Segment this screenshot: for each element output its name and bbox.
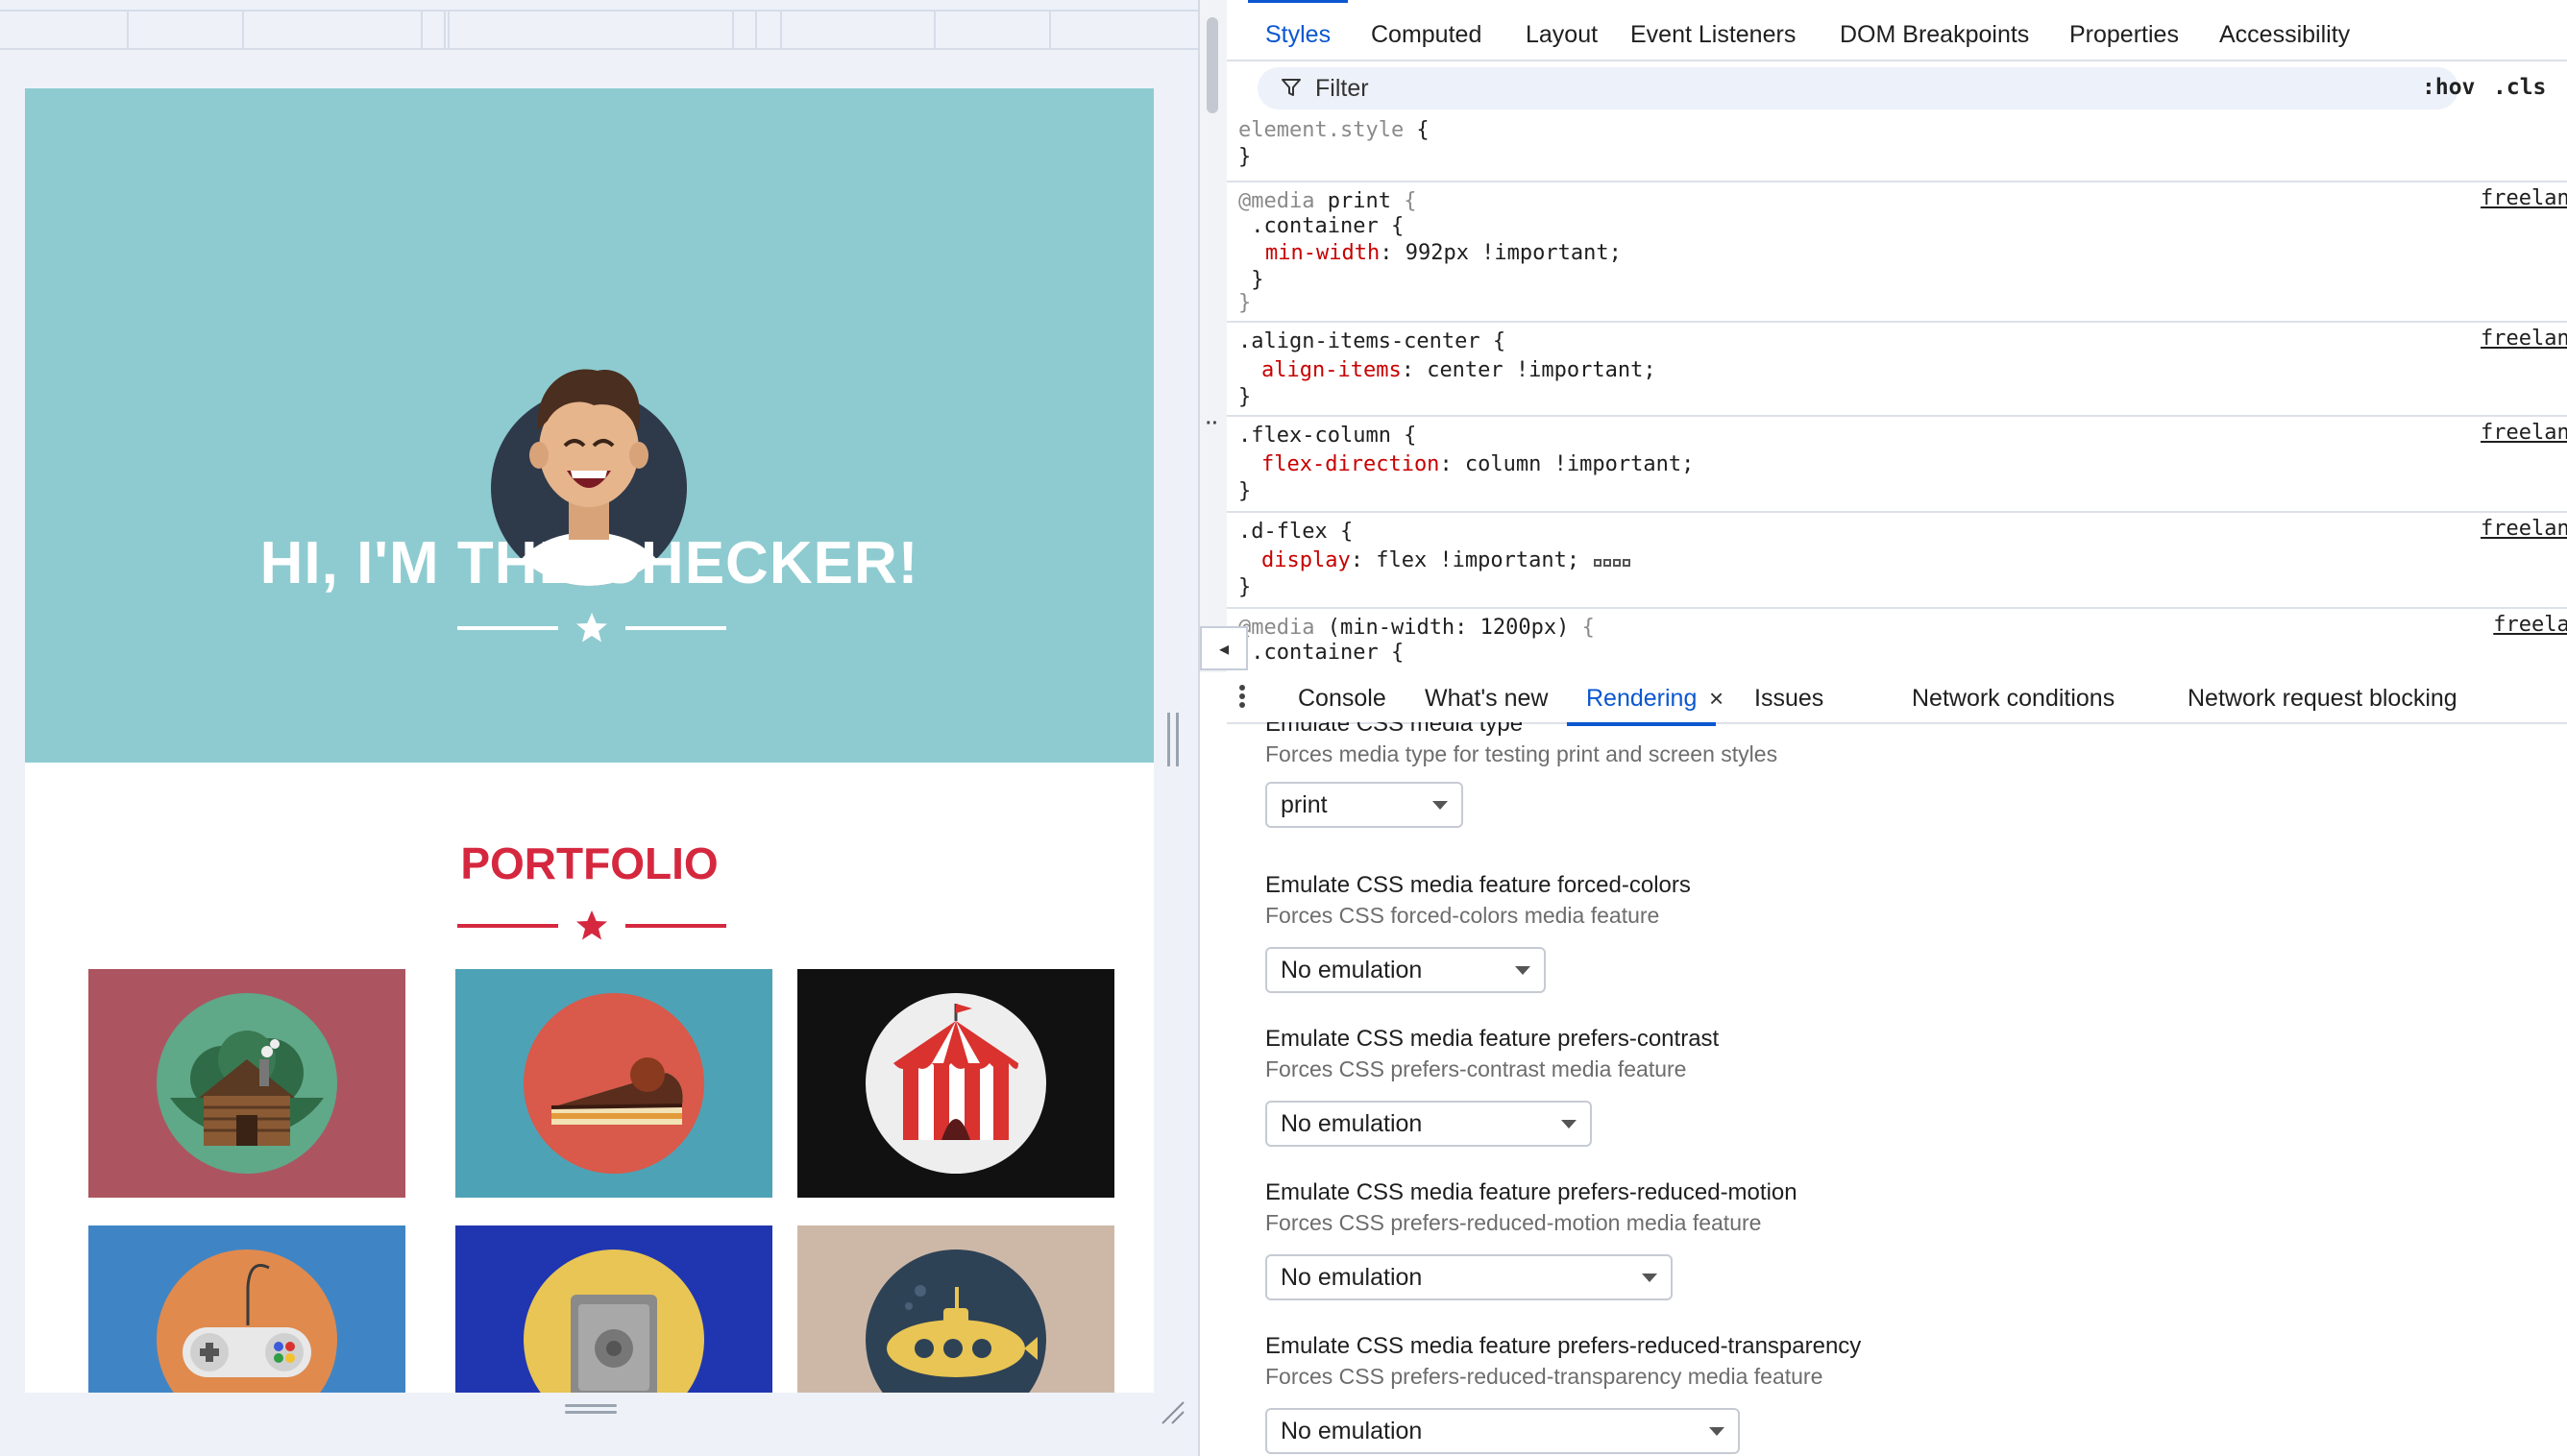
devtools-panel: ·· Styles Computed Layout Event Listener… [1198,0,2567,1456]
tab-whats-new[interactable]: What's new [1425,672,1548,724]
chevron-down-icon [1642,1274,1657,1282]
tab-network-request-blocking[interactable]: Network request blocking [2188,672,2457,724]
cake-slice-icon [524,993,704,1174]
hero-title: HI, I'M THE CHECKER! [259,530,919,596]
filter-placeholder: Filter [1315,75,1369,102]
height-resize-handle[interactable] [565,1404,617,1416]
tab-computed[interactable]: Computed [1371,8,1481,61]
setting-description: Forces CSS prefers-contrast media featur… [1265,1056,1687,1081]
filter-icon [1282,79,1301,96]
styles-filter-input[interactable]: Filter [1258,67,2458,109]
tab-dom-breakpoints[interactable]: DOM Breakpoints [1840,8,2029,61]
chevron-down-icon [1432,801,1448,810]
screen: HI, I'M THE CHECKER! PORTFOLIO ·· Styles… [0,0,2567,1456]
circus-tent-icon [866,993,1046,1174]
width-resize-handle[interactable] [1167,713,1179,766]
chevron-down-icon [1561,1120,1577,1128]
rendering-panel: Emulate CSS media type Forces media type… [1227,722,2567,1456]
more-tools-icon[interactable] [1233,682,1252,715]
source-link[interactable]: freelanc [2481,186,2567,210]
setting-heading: Emulate CSS media feature prefers-contra… [1265,1026,1720,1052]
flexbox-editor-icon[interactable] [1593,548,1631,573]
scrollbar-thumb[interactable] [1207,17,1218,113]
tab-properties[interactable]: Properties [2069,8,2179,61]
tab-console[interactable]: Console [1298,672,1386,724]
tab-rendering[interactable]: Rendering [1566,672,1717,726]
portfolio-tile-cabin[interactable] [88,969,405,1198]
log-cabin-icon [157,993,337,1174]
setting-description: Forces media type for testing print and … [1265,741,1778,766]
portfolio-tile-submarine[interactable] [797,1225,1114,1393]
tab-issues[interactable]: Issues [1754,672,1823,724]
tab-event-listeners[interactable]: Event Listeners [1630,8,1796,61]
tab-layout[interactable]: Layout [1526,8,1598,61]
setting-media-type: Emulate CSS media type Forces media type… [1265,722,2514,828]
setting-description: Forces CSS prefers-reduced-transparency … [1265,1364,1823,1389]
prefers-contrast-select[interactable]: No emulation [1265,1101,1592,1147]
setting-prefers-contrast: Emulate CSS media feature prefers-contra… [1265,1026,2514,1147]
rule-media-print[interactable]: @media print { .container { min-width: 9… [1227,184,2567,323]
hov-toggle[interactable]: :hov [2422,75,2475,100]
toggle-sidebar-button[interactable]: ◂ [1200,626,1248,670]
rule-flex-column[interactable]: .flex-column { flex-direction: column !i… [1227,419,2567,513]
tab-accessibility[interactable]: Accessibility [2219,8,2350,61]
resize-corner-icon[interactable] [1159,1398,1186,1425]
styles-tab-bar: Styles Computed Layout Event Listeners D… [1227,0,2567,61]
media-query-ruler[interactable] [0,10,1198,50]
drawer-tab-bar: Console What's new Rendering × Issues Ne… [1227,672,2567,726]
portfolio-title: PORTFOLIO [460,838,719,888]
rule-media-1200[interactable]: @media (min-width: 1200px) { .container … [1227,611,2567,668]
portfolio-tile-controller[interactable] [88,1225,405,1393]
game-controller-icon [157,1250,337,1393]
device-preview: HI, I'M THE CHECKER! PORTFOLIO [0,0,1198,1456]
setting-reduced-motion: Emulate CSS media feature prefers-reduce… [1265,1179,2514,1300]
setting-heading: Emulate CSS media feature forced-colors [1265,872,1691,898]
portfolio-tile-cake[interactable] [455,969,772,1198]
media-type-select[interactable]: print [1265,782,1463,828]
rule-align-items-center[interactable]: .align-items-center { align-items: cente… [1227,325,2567,417]
portfolio-divider [457,907,726,945]
hero-divider [457,609,726,647]
reduced-motion-select[interactable]: No emulation [1265,1254,1673,1300]
star-icon [576,613,607,643]
setting-heading: Emulate CSS media type [1265,722,1524,737]
tab-network-conditions[interactable]: Network conditions [1912,672,2115,724]
source-link[interactable]: freelanc [2481,327,2567,351]
chevron-down-icon [1709,1427,1724,1436]
star-icon [576,910,607,940]
safe-icon [524,1250,704,1393]
setting-description: Forces CSS forced-colors media feature [1265,903,1660,928]
portfolio-tile-safe[interactable] [455,1225,772,1393]
forced-colors-select[interactable]: No emulation [1265,947,1546,993]
style-rules-list: element.style { } @media print { .contai… [1227,115,2567,668]
setting-heading: Emulate CSS media feature prefers-reduce… [1265,1179,1797,1205]
chevron-down-icon [1515,966,1530,975]
source-link[interactable]: freelanc [2481,517,2567,541]
setting-forced-colors: Emulate CSS media feature forced-colors … [1265,872,2514,993]
setting-reduced-transparency: Emulate CSS media feature prefers-reduce… [1265,1333,2514,1454]
caret-left-icon: ◂ [1218,638,1230,660]
portfolio-tile-circus[interactable] [797,969,1114,1198]
setting-heading: Emulate CSS media feature prefers-reduce… [1265,1333,1862,1359]
tab-styles[interactable]: Styles [1247,0,1349,61]
source-link[interactable]: freelar [2493,613,2567,637]
close-tab-icon[interactable]: × [1709,672,1724,724]
setting-description: Forces CSS prefers-reduced-motion media … [1265,1210,1762,1235]
reduced-transparency-select[interactable]: No emulation [1265,1408,1740,1454]
rule-element-style[interactable]: element.style { } [1227,115,2567,182]
elements-gutter: ·· [1200,0,1227,672]
submarine-icon [866,1250,1046,1393]
source-link[interactable]: freelanc [2481,421,2567,445]
rule-d-flex[interactable]: .d-flex { display: flex !important; } fr… [1227,515,2567,609]
ellipsis-icon[interactable]: ·· [1206,413,1218,435]
hero-section: HI, I'M THE CHECKER! [25,88,1154,763]
cls-toggle[interactable]: .cls [2493,75,2546,100]
page-viewport: HI, I'M THE CHECKER! PORTFOLIO [25,88,1154,1393]
